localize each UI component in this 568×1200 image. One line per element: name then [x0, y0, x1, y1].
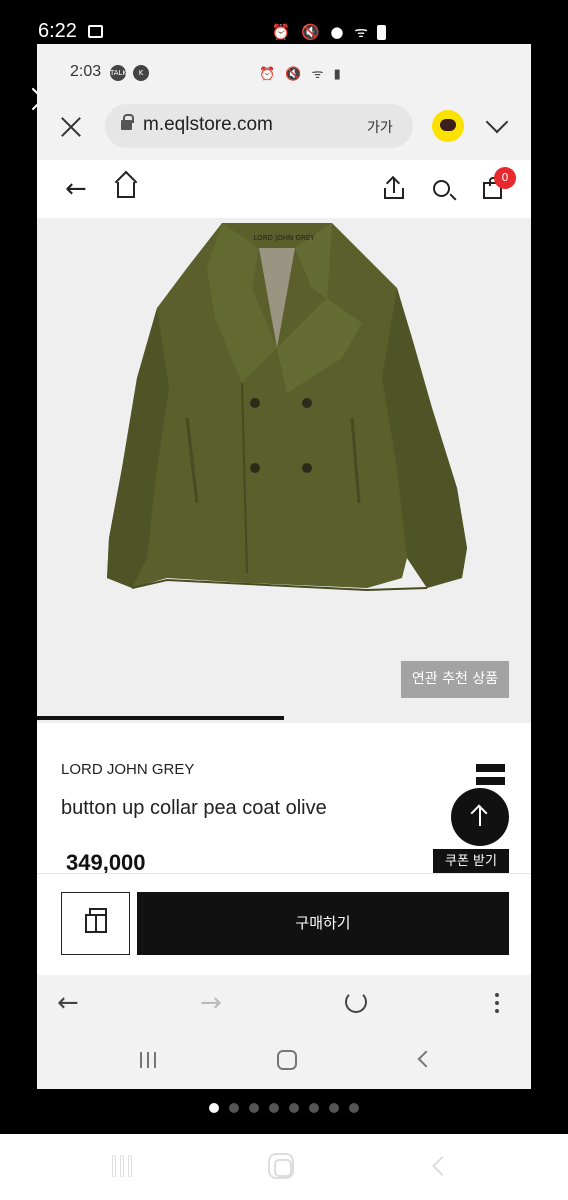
related-products-button[interactable]: 연관 추천 상품: [401, 661, 509, 698]
browser-url-bar: m.eqlstore.com 가가: [37, 102, 531, 160]
product-title: button up collar pea coat olive: [61, 797, 327, 819]
cart-count-badge: 0: [494, 167, 516, 189]
inner-system-nav: [37, 1035, 531, 1089]
page-dot[interactable]: [209, 1103, 219, 1113]
text-size-button[interactable]: 가가: [367, 117, 393, 137]
product-image[interactable]: LORD JOHN GREY 연관 추천 상품: [37, 218, 531, 723]
browser-back-icon[interactable]: ←: [57, 989, 79, 1017]
image-progress-bar: [37, 716, 531, 720]
page-indicator: [0, 1098, 568, 1114]
chevron-down-icon[interactable]: [485, 110, 509, 134]
system-back-icon[interactable]: [432, 1156, 452, 1176]
outer-status-icons: ⏰ 🔇 ● ᯤ ▮: [271, 23, 390, 41]
refresh-icon[interactable]: [345, 991, 367, 1013]
brand-name[interactable]: LORD JOHN GREY: [61, 761, 194, 778]
browser-toolbar: ← →: [37, 975, 531, 1035]
coupon-button[interactable]: 쿠폰 받기: [433, 849, 509, 875]
page-dot[interactable]: [309, 1103, 319, 1113]
back-arrow-icon[interactable]: ←: [65, 176, 87, 202]
inner-status-bar: 2:03 TALK K ⏰ 🔇 ᯤ ▮: [37, 44, 531, 102]
collar-label-text: LORD JOHN GREY: [254, 234, 316, 242]
home-button-icon[interactable]: [268, 1153, 294, 1179]
outer-system-nav: [0, 1134, 568, 1200]
browser-forward-icon[interactable]: →: [200, 989, 222, 1017]
search-icon[interactable]: [433, 180, 450, 197]
talk-notification-icon: TALK: [110, 65, 127, 81]
inner-recents-icon[interactable]: [140, 1052, 158, 1068]
address-field[interactable]: m.eqlstore.com 가가: [105, 104, 413, 148]
share-icon[interactable]: [384, 178, 404, 200]
page-dot[interactable]: [349, 1103, 359, 1113]
inner-home-icon[interactable]: [277, 1050, 297, 1070]
close-tab-icon[interactable]: [60, 116, 82, 138]
inner-status-icons: ⏰ 🔇 ᯤ ▮: [259, 67, 344, 82]
kakao-share-icon[interactable]: [432, 110, 464, 142]
recents-icon[interactable]: [112, 1155, 134, 1177]
product-info: LORD JOHN GREY button up collar pea coat…: [37, 723, 531, 875]
gallery-notification-icon: [88, 25, 103, 38]
inner-back-icon[interactable]: [417, 1050, 435, 1068]
coat-illustration: LORD JOHN GREY: [107, 223, 467, 592]
scroll-top-button[interactable]: [451, 788, 509, 846]
inner-screenshot: 2:03 TALK K ⏰ 🔇 ᯤ ▮ m.eqlstore.com 가가 ← …: [37, 44, 531, 1089]
inner-clock: 2:03: [70, 63, 102, 80]
url-text: m.eqlstore.com: [143, 114, 273, 135]
image-progress-fill: [37, 716, 284, 720]
home-icon[interactable]: [117, 182, 135, 198]
lock-icon: [121, 114, 134, 130]
more-options-icon[interactable]: [495, 993, 499, 1013]
buy-button[interactable]: 구매하기: [137, 892, 509, 955]
page-dot[interactable]: [249, 1103, 259, 1113]
page-dot[interactable]: [269, 1103, 279, 1113]
page-dot[interactable]: [329, 1103, 339, 1113]
page-dot[interactable]: [229, 1103, 239, 1113]
purchase-bar: 구매하기: [37, 873, 531, 975]
outer-clock: 6:22: [38, 20, 77, 42]
page-dot[interactable]: [289, 1103, 299, 1113]
k-notification-icon: K: [133, 65, 149, 81]
gift-button[interactable]: [61, 892, 130, 955]
menu-icon[interactable]: [476, 764, 505, 788]
site-header: ← 0: [37, 160, 531, 218]
gift-icon: [85, 908, 107, 933]
battery-icon: [377, 25, 386, 40]
